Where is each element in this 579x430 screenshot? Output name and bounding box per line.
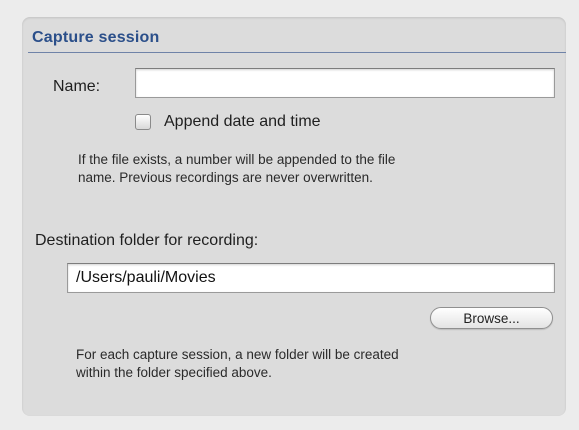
title-divider <box>28 52 566 53</box>
panel-title: Capture session <box>32 29 160 46</box>
file-exists-note-line1: If the file exists, a number will be app… <box>78 152 396 167</box>
folder-note-line1: For each capture session, a new folder w… <box>76 347 399 362</box>
capture-session-panel: Capture session Name: Append date and ti… <box>22 17 566 416</box>
file-exists-note-line2: name. Previous recordings are never over… <box>78 170 373 185</box>
destination-folder-input[interactable]: /Users/pauli/Movies <box>67 263 555 293</box>
destination-label: Destination folder for recording: <box>35 232 259 249</box>
append-date-time-label: Append date and time <box>164 113 321 130</box>
browse-button[interactable]: Browse... <box>430 307 553 329</box>
append-date-time-checkbox[interactable] <box>135 114 151 130</box>
name-input[interactable] <box>135 68 555 98</box>
name-label: Name: <box>53 78 101 95</box>
folder-note-line2: within the folder specified above. <box>76 365 272 380</box>
